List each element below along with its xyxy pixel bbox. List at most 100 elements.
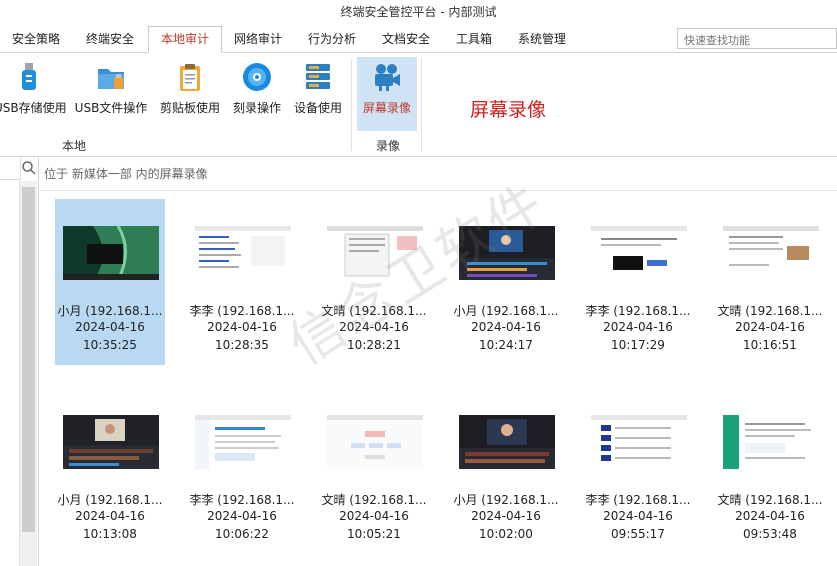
ribbon-toolbar: USB存储使用 USB文件操作 剪贴板使用 刻录操作 设备使用 本地 屏幕录像 … <box>0 53 837 157</box>
recording-item[interactable]: 小月 (192.168.1... 2024-04-16 10:35:25 <box>55 199 165 365</box>
recording-thumbnail <box>327 226 423 280</box>
recording-item[interactable]: 小月 (192.168.1... 2024-04-16 10:13:08 <box>55 388 165 554</box>
recording-item[interactable]: 文晴 (192.168.1... 2024-04-16 09:53:48 <box>715 388 825 554</box>
tab-toolbox[interactable]: 工具箱 <box>444 27 504 52</box>
recording-user-label: 李李 (192.168.1... <box>189 493 295 507</box>
recording-date-label: 2024-04-16 <box>339 509 409 523</box>
recording-date-label: 2024-04-16 <box>471 509 541 523</box>
recording-user-label: 李李 (192.168.1... <box>585 304 691 318</box>
usb-storage-icon <box>22 63 36 90</box>
recording-date-label: 2024-04-16 <box>603 320 673 334</box>
group-label-recording: 录像 <box>376 139 401 153</box>
tab-network-audit[interactable]: 网络审计 <box>222 27 294 52</box>
quick-search-input[interactable] <box>682 30 836 50</box>
section-heading: 屏幕录像 <box>470 99 547 121</box>
recording-time-label: 10:17:29 <box>611 338 665 352</box>
recording-time-label: 09:55:17 <box>611 527 665 541</box>
disc-burn-icon <box>243 63 271 91</box>
search-icon[interactable] <box>21 160 37 176</box>
recording-user-label: 李李 (192.168.1... <box>189 304 295 318</box>
recording-time-label: 09:53:48 <box>743 527 797 541</box>
recording-thumbnail <box>723 415 819 469</box>
recording-date-label: 2024-04-16 <box>471 320 541 334</box>
recording-user-label: 小月 (192.168.1... <box>57 304 163 318</box>
disc-burn-label: 刻录操作 <box>232 101 281 115</box>
usb-file-label: USB文件操作 <box>74 101 148 115</box>
recording-item[interactable]: 文晴 (192.168.1... 2024-04-16 10:28:21 <box>319 199 429 365</box>
ribbon-group-separator <box>351 59 352 151</box>
recording-item[interactable]: 文晴 (192.168.1... 2024-04-16 10:16:51 <box>715 199 825 365</box>
recording-thumbnail <box>723 226 819 280</box>
recording-user-label: 小月 (192.168.1... <box>453 493 559 507</box>
usb-storage-label: USB存储使用 <box>0 101 67 115</box>
window-title: 终端安全管控平台 - 内部测试 <box>0 0 837 26</box>
tab-local-audit[interactable]: 本地审计 <box>148 26 222 53</box>
device-usage-label: 设备使用 <box>293 101 342 115</box>
recording-thumbnail <box>63 226 159 280</box>
recording-date-label: 2024-04-16 <box>735 320 805 334</box>
tab-security-policy[interactable]: 安全策略 <box>0 27 72 52</box>
video-camera-icon <box>375 64 400 91</box>
recording-date-label: 2024-04-16 <box>75 320 145 334</box>
scrollbar-thumb[interactable] <box>22 187 35 532</box>
recording-thumbnail <box>591 226 687 280</box>
recording-thumbnail <box>459 415 555 469</box>
left-pane-scrollbar[interactable] <box>19 181 37 566</box>
recording-thumbnail <box>195 415 291 469</box>
ribbon-group-separator-2 <box>421 59 422 151</box>
recording-thumbnail <box>591 415 687 469</box>
device-usage-button[interactable]: 设备使用 <box>290 57 346 127</box>
tab-behavior-analysis[interactable]: 行为分析 <box>296 27 368 52</box>
clipboard-label: 剪贴板使用 <box>159 101 220 115</box>
recording-user-label: 李李 (192.168.1... <box>585 493 691 507</box>
recording-date-label: 2024-04-16 <box>207 509 277 523</box>
recording-user-label: 文晴 (192.168.1... <box>321 304 427 318</box>
recording-item[interactable]: 李李 (192.168.1... 2024-04-16 10:06:22 <box>187 388 297 554</box>
recording-date-label: 2024-04-16 <box>603 509 673 523</box>
recording-time-label: 10:35:25 <box>83 338 137 352</box>
tab-system-management[interactable]: 系统管理 <box>506 27 578 52</box>
recording-time-label: 10:05:21 <box>347 527 401 541</box>
clipboard-icon <box>180 64 200 91</box>
tab-document-security[interactable]: 文档安全 <box>370 27 442 52</box>
screen-recording-label: 屏幕录像 <box>362 101 411 115</box>
recording-item[interactable]: 李李 (192.168.1... 2024-04-16 09:55:17 <box>583 388 693 554</box>
left-navigation-pane <box>0 157 39 566</box>
device-icon <box>306 64 330 89</box>
screen-recording-button[interactable]: 屏幕录像 <box>357 57 417 131</box>
divider <box>40 190 837 191</box>
recording-item[interactable]: 小月 (192.168.1... 2024-04-16 10:24:17 <box>451 199 561 365</box>
recording-item[interactable]: 小月 (192.168.1... 2024-04-16 10:02:00 <box>451 388 561 554</box>
usb-file-icon <box>98 69 124 89</box>
recording-time-label: 10:28:21 <box>347 338 401 352</box>
group-label-local: 本地 <box>62 139 87 153</box>
recording-item[interactable]: 文晴 (192.168.1... 2024-04-16 10:05:21 <box>319 388 429 554</box>
quick-search-box[interactable] <box>677 28 837 50</box>
tab-endpoint-security[interactable]: 终端安全 <box>72 27 148 52</box>
recording-time-label: 10:02:00 <box>479 527 533 541</box>
recording-date-label: 2024-04-16 <box>735 509 805 523</box>
recording-user-label: 小月 (192.168.1... <box>57 493 163 507</box>
recording-date-label: 2024-04-16 <box>339 320 409 334</box>
recording-date-label: 2024-04-16 <box>207 320 277 334</box>
recording-item[interactable]: 李李 (192.168.1... 2024-04-16 10:28:35 <box>187 199 297 365</box>
clipboard-button[interactable]: 剪贴板使用 <box>156 57 224 127</box>
breadcrumb: 位于 新媒体一部 内的屏幕录像 <box>44 167 208 181</box>
recording-user-label: 文晴 (192.168.1... <box>717 493 823 507</box>
recording-time-label: 10:06:22 <box>215 527 269 541</box>
recording-time-label: 10:24:17 <box>479 338 533 352</box>
recording-time-label: 10:28:35 <box>215 338 269 352</box>
recording-item[interactable]: 李李 (192.168.1... 2024-04-16 10:17:29 <box>583 199 693 365</box>
recording-date-label: 2024-04-16 <box>75 509 145 523</box>
recording-thumbnail <box>327 415 423 469</box>
recording-time-label: 10:16:51 <box>743 338 797 352</box>
recording-thumbnail <box>459 226 555 280</box>
tree-filter-input[interactable] <box>0 157 21 180</box>
recording-thumbnail <box>195 226 291 280</box>
usb-storage-button[interactable]: USB存储使用 <box>0 57 67 127</box>
usb-file-button[interactable]: USB文件操作 <box>72 57 150 127</box>
recording-user-label: 文晴 (192.168.1... <box>321 493 427 507</box>
recording-user-label: 文晴 (192.168.1... <box>717 304 823 318</box>
recording-user-label: 小月 (192.168.1... <box>453 304 559 318</box>
disc-burn-button[interactable]: 刻录操作 <box>228 57 286 127</box>
